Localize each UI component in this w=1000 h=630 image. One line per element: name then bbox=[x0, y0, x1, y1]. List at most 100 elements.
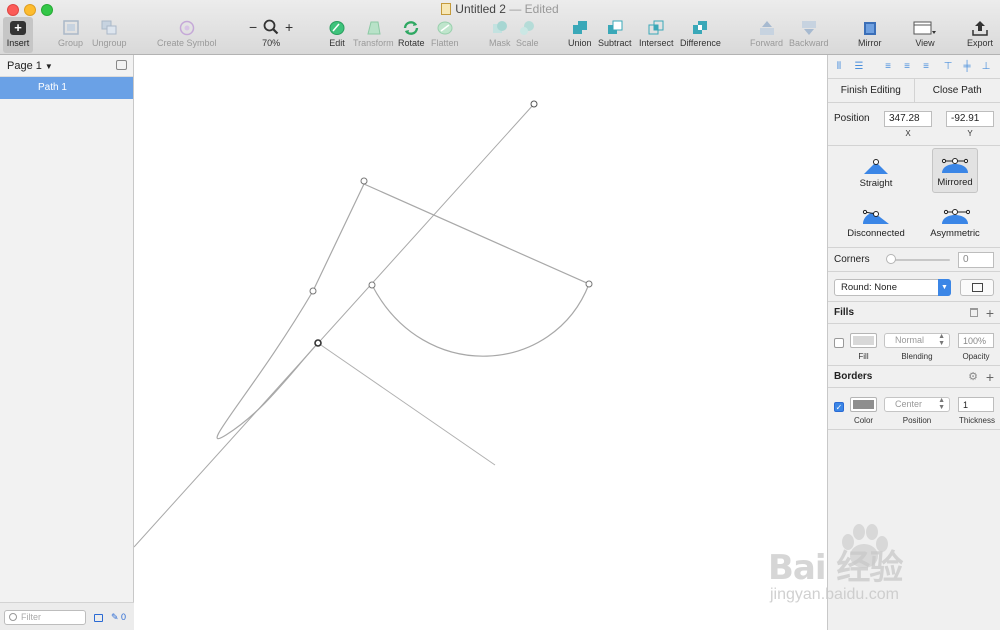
point-type-asymmetric[interactable]: Asymmetric bbox=[920, 200, 990, 245]
alignment-toolbar: ⫴ ☰ ≡ ≡ ≡ ⊤ ╪ ⊥ bbox=[828, 55, 1000, 79]
finish-editing-button[interactable]: Finish Editing bbox=[828, 79, 915, 102]
distribute-horizontal-icon[interactable]: ⫴ bbox=[834, 62, 844, 72]
rotate-button[interactable]: Rotate bbox=[398, 20, 425, 48]
collapse-layers-icon[interactable] bbox=[116, 60, 127, 70]
fill-opacity-field[interactable]: 100% bbox=[958, 333, 994, 348]
add-border-button[interactable]: + bbox=[986, 366, 994, 388]
page-selector[interactable]: Page 1 ▼ bbox=[0, 55, 133, 77]
flatten-icon bbox=[437, 21, 453, 35]
export-button[interactable]: Export bbox=[967, 20, 993, 48]
mirror-button[interactable]: Mirror bbox=[858, 20, 882, 48]
anchor-point[interactable] bbox=[309, 287, 317, 295]
border-enabled-checkbox[interactable]: ✓ bbox=[834, 402, 844, 412]
window-title: Untitled 2 — Edited bbox=[0, 2, 1000, 16]
anchor-point[interactable] bbox=[585, 280, 593, 288]
difference-button[interactable]: Difference bbox=[680, 20, 721, 48]
distribute-vertical-icon[interactable]: ☰ bbox=[854, 62, 864, 72]
anchor-point[interactable] bbox=[368, 281, 376, 289]
mask-button[interactable]: Mask bbox=[489, 20, 511, 48]
path-points[interactable] bbox=[309, 100, 593, 347]
point-type-straight[interactable]: Straight bbox=[841, 150, 911, 195]
backward-button[interactable]: Backward bbox=[789, 20, 829, 48]
align-center-icon[interactable]: ≡ bbox=[902, 62, 912, 72]
intersect-button[interactable]: Intersect bbox=[639, 20, 674, 48]
filter-placeholder: Filter bbox=[21, 612, 41, 622]
create-symbol-button[interactable]: Create Symbol bbox=[157, 20, 217, 48]
ungroup-icon bbox=[101, 20, 117, 35]
view-label: View bbox=[915, 38, 935, 48]
position-y-field[interactable]: -92.91 bbox=[946, 111, 994, 127]
union-icon bbox=[572, 21, 587, 34]
close-path-button[interactable]: Close Path bbox=[915, 79, 1000, 102]
align-top-icon[interactable]: ⊤ bbox=[943, 62, 953, 72]
position-label: Position bbox=[834, 113, 870, 124]
union-button[interactable]: Union bbox=[568, 20, 592, 48]
copy-symbol-icon[interactable] bbox=[94, 614, 103, 622]
align-bottom-icon[interactable]: ⊥ bbox=[981, 62, 991, 72]
canvas[interactable] bbox=[134, 55, 827, 630]
point-type-mirrored[interactable]: Mirrored bbox=[932, 148, 978, 193]
trash-icon[interactable] bbox=[970, 308, 978, 317]
document-icon bbox=[441, 3, 452, 15]
sketch-app-window: Untitled 2 — Edited + Insert Group Ungro… bbox=[0, 0, 1000, 630]
view-button[interactable]: View bbox=[913, 20, 937, 48]
path-options-button[interactable] bbox=[960, 279, 994, 296]
fill-color-swatch[interactable] bbox=[850, 333, 877, 348]
mirror-label: Mirror bbox=[858, 38, 882, 48]
chevron-down-icon: ▼ bbox=[44, 62, 53, 71]
stepper-arrows-icon: ▲ ▼ bbox=[938, 397, 945, 411]
align-right-icon[interactable]: ≡ bbox=[921, 62, 931, 72]
layer-item[interactable]: Path 1 bbox=[0, 77, 133, 99]
mirror-icon bbox=[863, 22, 876, 35]
x-label: X bbox=[905, 129, 911, 138]
edit-button[interactable]: Edit bbox=[328, 20, 346, 48]
path-shape[interactable] bbox=[216, 183, 590, 440]
border-thickness-field[interactable]: 1 bbox=[958, 397, 994, 412]
filter-input[interactable]: Filter bbox=[4, 610, 86, 625]
intersect-label: Intersect bbox=[639, 38, 674, 48]
selected-anchor-point[interactable] bbox=[314, 339, 322, 347]
border-color-swatch[interactable] bbox=[850, 397, 877, 412]
path-1-outline[interactable] bbox=[216, 183, 590, 440]
layers-sidebar: Page 1 ▼ Path 1 Filter ✎ 0 bbox=[0, 55, 134, 630]
canvas-artwork[interactable] bbox=[134, 55, 827, 630]
align-middle-icon[interactable]: ╪ bbox=[962, 62, 972, 72]
mirrored-point-icon bbox=[941, 158, 969, 173]
fill-enabled-checkbox[interactable] bbox=[834, 338, 844, 348]
difference-icon bbox=[693, 21, 708, 34]
backward-label: Backward bbox=[789, 38, 829, 48]
flatten-button[interactable]: Flatten bbox=[431, 20, 459, 48]
zoom-in-button[interactable]: + bbox=[285, 19, 293, 35]
point-type-options: Straight Mirrored Disconnected Asymmetri… bbox=[828, 146, 1000, 248]
rounding-select[interactable]: Round: None ▼ bbox=[834, 279, 951, 296]
insert-label: Insert bbox=[6, 38, 30, 48]
gear-icon[interactable]: ⚙ bbox=[968, 366, 978, 388]
control-point[interactable] bbox=[530, 100, 538, 108]
zoom-out-button[interactable]: − bbox=[249, 19, 257, 35]
group-button[interactable]: Group bbox=[58, 20, 83, 48]
transform-button[interactable]: Transform bbox=[353, 20, 394, 48]
asymmetric-label: Asymmetric bbox=[930, 228, 980, 239]
ungroup-button[interactable]: Ungroup bbox=[92, 20, 127, 48]
position-x-field[interactable]: 347.28 bbox=[884, 111, 932, 127]
fill-item: Normal ▲ ▼ 100% Fill Blending Opacity bbox=[828, 324, 1000, 366]
point-type-disconnected[interactable]: Disconnected bbox=[841, 200, 911, 245]
corners-slider-knob[interactable] bbox=[886, 254, 896, 264]
anchor-point[interactable] bbox=[360, 177, 368, 185]
corners-slider-track[interactable] bbox=[888, 259, 950, 261]
page-label: Page 1 bbox=[7, 60, 42, 72]
edited-status: Edited bbox=[524, 2, 559, 16]
subtract-label: Subtract bbox=[598, 38, 632, 48]
border-position-select[interactable]: Center ▲ ▼ bbox=[884, 397, 950, 412]
handle-line bbox=[317, 342, 496, 466]
insert-button[interactable]: + Insert bbox=[3, 17, 33, 53]
add-fill-button[interactable]: + bbox=[986, 302, 994, 324]
forward-button[interactable]: Forward bbox=[750, 20, 783, 48]
scale-button[interactable]: Scale bbox=[516, 20, 539, 48]
edit-pen-count[interactable]: ✎ 0 bbox=[111, 612, 126, 623]
fill-blending-select[interactable]: Normal ▲ ▼ bbox=[884, 333, 950, 348]
subtract-button[interactable]: Subtract bbox=[598, 20, 632, 48]
transform-icon bbox=[367, 21, 381, 35]
align-left-icon[interactable]: ≡ bbox=[883, 62, 893, 72]
corners-value-field[interactable]: 0 bbox=[958, 252, 994, 268]
